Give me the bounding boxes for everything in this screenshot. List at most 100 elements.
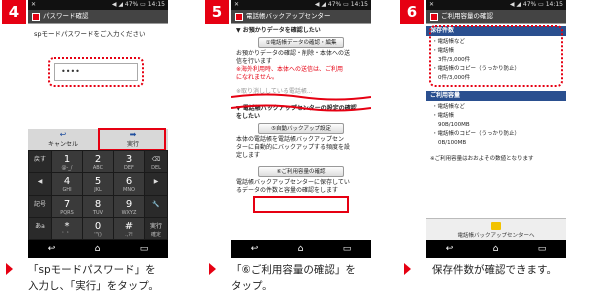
caption-line: 「⑥ご利用容量の確認」を	[231, 264, 356, 276]
key-sublabel: GHI	[62, 187, 72, 194]
keypad-key[interactable]: 3 DEF	[114, 151, 144, 173]
keypad-key[interactable]: 記号	[29, 195, 51, 217]
key-sublabel: ABC	[92, 165, 104, 171]
undo-icon: ↩	[59, 130, 67, 139]
keypad-key[interactable]: 戻す	[29, 151, 51, 173]
key-label: 6	[125, 176, 133, 188]
password-screen: spモードパスワードをご入力ください ••••	[28, 24, 168, 129]
nav-bar: ↩ ⌂ ▭	[28, 240, 168, 258]
keypad-key[interactable]: #.,?!	[114, 217, 144, 239]
backup-center-link[interactable]: 電話帳バックアップセンターへ	[426, 218, 566, 240]
close-icon: ✕	[429, 1, 435, 8]
key-sublabel: '"()	[94, 231, 102, 238]
keypad-key[interactable]: ⌫ DEL	[145, 151, 167, 173]
keypad-key[interactable]: 2 ABC	[83, 151, 113, 173]
nav-bar: ↩ ⌂ ▭	[231, 240, 371, 258]
password-prompt: spモードパスワードをご入力ください	[34, 30, 146, 38]
recent-apps-icon[interactable]: ▭	[343, 244, 352, 254]
back-icon[interactable]: ↩	[48, 244, 56, 254]
key-sublabel: @-_/	[61, 165, 73, 171]
status-info: ◀ ◢ 47% ▭ 14:15	[314, 1, 368, 8]
key-sublabel: TUV	[92, 209, 104, 216]
status-bar: ✕ ◀ ◢ 47% ▭ 14:15	[231, 0, 371, 10]
key-label: 5	[94, 176, 102, 188]
step-badge-6: 6	[400, 0, 424, 24]
key-label: 7	[63, 198, 71, 210]
key-label: あa	[35, 222, 45, 230]
key-sublabel: MNO	[123, 187, 135, 194]
keypad-key[interactable]: 🔧	[145, 195, 167, 217]
key-label: 9	[125, 198, 133, 210]
title-bar: パスワード確認	[28, 10, 168, 24]
key-label: 1	[63, 154, 71, 165]
highlight-box	[98, 128, 166, 151]
keypad-key[interactable]: ◀	[29, 173, 51, 195]
pointer-arrow	[209, 263, 216, 275]
description-text: るデータの件数と容量の確認をします	[236, 187, 339, 194]
usage-note: ※ご利用容量はおおよその数値となります	[430, 156, 534, 162]
home-icon[interactable]: ⌂	[298, 244, 304, 254]
keypad-key[interactable]: 6 MNO	[114, 173, 144, 195]
description-text: 信を行います	[236, 58, 273, 65]
keypad-key[interactable]: 1 @-_/	[52, 151, 82, 173]
key-label: 実行	[149, 222, 162, 230]
description-text: 電話帳バックアップセンターに保存してい	[236, 179, 350, 186]
key-sublabel: DEF	[124, 165, 134, 171]
back-icon[interactable]: ↩	[251, 244, 259, 254]
cancel-button[interactable]: ↩ キャンセル	[28, 129, 98, 150]
key-sublabel: ゛゜	[61, 231, 72, 238]
confirm-edit-button[interactable]: ①電話帳データの確認・編集	[258, 37, 344, 48]
keypad-key[interactable]: * ゛゜	[52, 217, 82, 239]
key-sublabel: DEL	[151, 165, 161, 171]
usage-check-button[interactable]: ⑥ご利用容量の確認	[258, 166, 344, 177]
folder-icon	[491, 222, 501, 230]
status-bar: ✕ ◀ ◢ 47% ▭ 14:15	[28, 0, 168, 10]
status-bar: ✕ ◀ ◢ 47% ▭ 14:15	[426, 0, 566, 10]
footer-label: 電話帳バックアップセンターへ	[457, 233, 535, 239]
warning-text: ※海外利用時、本体への送信は、ご利用	[236, 66, 344, 73]
app-icon	[430, 12, 438, 21]
key-label: 3	[125, 154, 133, 165]
auto-backup-button[interactable]: ⑤自動バックアップ設定	[258, 123, 344, 134]
key-sublabel: JKL	[94, 187, 102, 194]
app-icon	[32, 12, 40, 21]
recent-apps-icon[interactable]: ▭	[140, 244, 149, 254]
home-icon[interactable]: ⌂	[493, 244, 499, 254]
keypad-key[interactable]: あa	[29, 217, 51, 239]
key-label: *	[64, 220, 70, 232]
keypad-key[interactable]: 9 WXYZ	[114, 195, 144, 217]
keypad-key[interactable]: 8 TUV	[83, 195, 113, 217]
caption-line: 入力し、「実行」をタップ。	[28, 280, 159, 292]
list-item: ・電話帳など	[432, 104, 466, 110]
caption-line: タップ。	[231, 280, 273, 292]
list-item: ・電話帳	[432, 113, 455, 119]
keypad-key[interactable]: 実行 確定	[145, 217, 167, 239]
back-icon[interactable]: ↩	[446, 244, 454, 254]
highlight-ring	[48, 57, 144, 87]
key-label: ◀	[37, 178, 43, 186]
title-bar: ご利用容量の確認	[426, 10, 566, 24]
home-icon[interactable]: ⌂	[95, 244, 101, 254]
highlight-box	[253, 196, 349, 213]
warning-text: になれません。	[236, 74, 278, 81]
pointer-arrow	[404, 263, 411, 275]
phone-screen-usage: ✕ ◀ ◢ 47% ▭ 14:15 ご利用容量の確認 保存件数 ・電話帳など ・電…	[426, 0, 566, 258]
key-label: 8	[94, 198, 102, 210]
recent-apps-icon[interactable]: ▭	[538, 244, 547, 254]
title-bar: 電話帳バックアップセンター	[231, 10, 371, 24]
key-label: ▶	[153, 178, 159, 186]
status-info: ◀ ◢ 47% ▭ 14:15	[111, 1, 165, 8]
phone-screen-backup-menu: ✕ ◀ ◢ 47% ▭ 14:15 電話帳バックアップセンター ▼ お預かりデータ…	[231, 0, 371, 258]
keypad-key[interactable]: 7 PQRS	[52, 195, 82, 217]
key-sublabel: 確定	[150, 231, 161, 238]
keypad-key[interactable]: 0 '"()	[83, 217, 113, 239]
section-heading: ▼ お預かりデータを確認したい	[236, 27, 321, 34]
phone-screen-password: ✕ ◀ ◢ 47% ▭ 14:15 パスワード確認 spモードパスワードをご入力く…	[28, 0, 168, 258]
key-label: #	[124, 220, 134, 232]
list-item-value: 0B/100MB	[438, 140, 467, 146]
step4-caption: 「spモードパスワード」を 入力し、「実行」をタップ。	[28, 262, 159, 294]
screen-title: パスワード確認	[43, 12, 89, 20]
keypad-key[interactable]: 4 GHI	[52, 173, 82, 195]
keypad-key[interactable]: ▶	[145, 173, 167, 195]
keypad-key[interactable]: 5 JKL	[83, 173, 113, 195]
